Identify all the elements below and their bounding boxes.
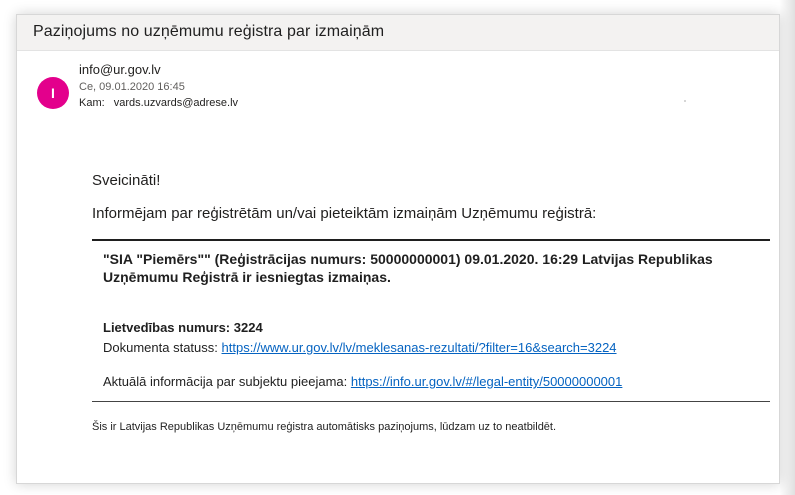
greeting-text: Sveicināti! [92, 172, 161, 189]
registration-text: "SIA "Piemērs"" (Reģistrācijas numurs: 5… [103, 251, 713, 285]
email-window: Paziņojums no uzņēmumu reģistra par izma… [16, 14, 780, 484]
document-status-label: Dokumenta statuss: [103, 340, 218, 355]
email-date: Ce, 09.01.2020 16:45 [79, 81, 185, 93]
actual-info-link[interactable]: https://info.ur.gov.lv/#/legal-entity/50… [351, 374, 623, 389]
sender-email[interactable]: info@ur.gov.lv [79, 62, 161, 77]
to-line: Kam: vards.uzvards@adrese.lv [79, 97, 238, 109]
subject-bar: Paziņojums no uzņēmumu reģistra par izma… [17, 15, 779, 51]
actual-info-label: Aktuālā informācija par subjektu pieejam… [103, 374, 348, 389]
to-recipient[interactable]: vards.uzvards@adrese.lv [114, 97, 238, 109]
actual-info-line: Aktuālā informācija par subjektu pieejam… [103, 374, 622, 389]
decorative-dot [684, 100, 686, 102]
document-status-line: Dokumenta statuss: https://www.ur.gov.lv… [103, 340, 617, 355]
intro-text: Informējam par reģistrētām un/vai pietei… [92, 205, 597, 222]
top-divider [92, 239, 770, 241]
lietvedibas-number: Lietvedības numurs: 3224 [103, 320, 263, 335]
email-body: Sveicināti! Informējam par reģistrētām u… [17, 160, 779, 483]
email-subject: Paziņojums no uzņēmumu reģistra par izma… [33, 23, 385, 40]
bottom-divider [92, 401, 770, 402]
sender-avatar[interactable]: I [37, 77, 69, 109]
to-label: Kam: [79, 97, 105, 109]
email-header: I info@ur.gov.lv Ce, 09.01.2020 16:45 Ka… [17, 50, 779, 160]
footer-note: Šis ir Latvijas Republikas Uzņēmumu reģi… [92, 421, 557, 433]
document-status-link[interactable]: https://www.ur.gov.lv/lv/meklesanas-rezu… [222, 340, 617, 355]
